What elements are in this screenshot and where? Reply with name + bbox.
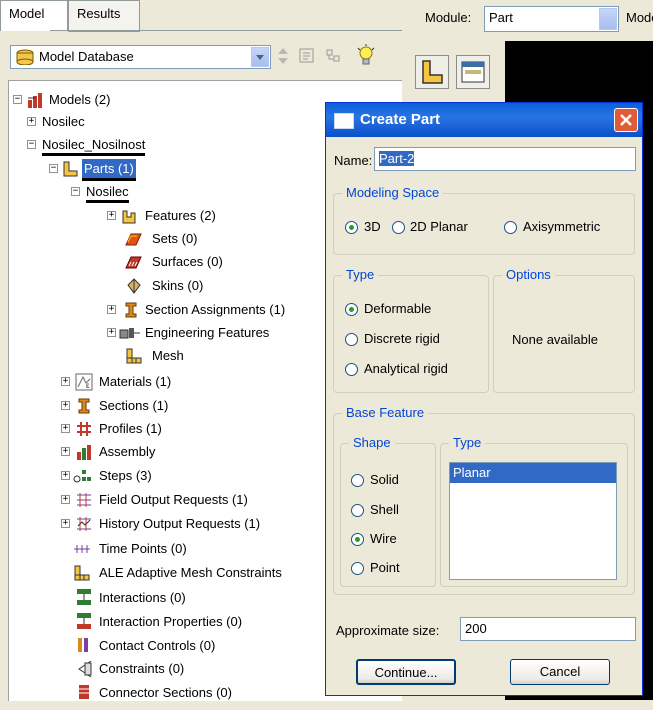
mesh-icon [125,347,142,364]
profiles-icon [75,420,92,437]
constraints-icon [75,659,92,678]
radio-3d[interactable] [345,221,358,234]
expand-icon[interactable]: + [61,447,70,456]
close-icon[interactable] [614,108,638,132]
module-select[interactable]: Part [484,6,619,32]
surfaces-icon [123,253,142,270]
expand-icon[interactable]: + [107,328,116,337]
collapse-icon[interactable]: − [49,164,58,173]
radio-solid[interactable] [351,474,364,487]
database-icon [15,49,35,68]
radio-wire[interactable] [351,533,364,546]
create-part-tool-button[interactable] [415,55,449,89]
feature-type-list[interactable]: Planar [449,462,617,580]
tabstrip-divider [50,30,402,31]
parts-label: Parts (1) [82,159,136,181]
dialog-title: Create Part [360,111,441,128]
radio-point[interactable] [351,562,364,575]
expand-icon[interactable]: + [61,377,70,386]
interaction-properties-icon [75,612,92,629]
materials-icon: ε [75,373,93,391]
expand-icon[interactable]: + [61,495,70,504]
model-database-combo[interactable]: Model Database [10,45,271,69]
window-icon [334,113,354,129]
radio-shell[interactable] [351,504,364,517]
chevron-down-icon[interactable] [251,47,269,67]
svg-text:ε: ε [86,381,90,390]
section-assignments-icon [122,301,139,318]
radio-2d-planar[interactable] [392,221,405,234]
dialog-title-bar[interactable]: Create Part [326,103,642,137]
tab-results[interactable]: Results [68,0,140,32]
filter-tree-icon[interactable] [325,48,343,69]
assembly-icon [75,443,92,460]
collapse-icon[interactable]: − [71,187,80,196]
expand-icon[interactable]: + [27,117,36,126]
models-icon [26,91,43,108]
chevron-down-icon[interactable] [599,8,617,30]
tab-model[interactable]: Model [0,0,68,31]
type-group: Type Deformable Discrete rigid Analytica… [333,267,489,393]
collapse-icon[interactable]: − [13,95,22,104]
collapse-tree-icon[interactable] [299,48,315,67]
radio-analytical-rigid[interactable] [345,363,358,376]
part-name-input[interactable]: Part-2 [374,147,636,171]
radio-axisymmetric[interactable] [504,221,517,234]
approximate-size-input[interactable]: 200 [460,617,636,641]
sort-arrows-icon[interactable] [277,46,289,69]
expand-icon[interactable]: + [61,519,70,528]
history-output-icon [75,515,92,532]
connector-sections-icon [75,683,92,700]
parts-icon [62,160,79,177]
expand-icon[interactable]: + [107,211,116,220]
shape-group: Shape Solid Shell Wire Point [340,435,436,587]
expand-icon[interactable]: + [61,471,70,480]
model-database-label: Model Database [39,49,134,64]
sets-icon [123,230,142,247]
sections-icon [75,397,92,414]
part-manager-tool-button[interactable] [456,55,490,89]
create-part-dialog: Create Part Name: Part-2 Modeling Space … [325,102,643,696]
expand-icon[interactable]: + [61,424,70,433]
features-icon [121,207,138,224]
lightbulb-icon[interactable] [356,44,376,71]
interactions-icon [75,588,92,605]
ale-icon [73,564,90,581]
radio-deformable[interactable] [345,303,358,316]
options-group: Options None available [493,267,635,393]
time-points-icon [73,540,90,557]
field-output-icon [75,491,92,508]
collapse-icon[interactable]: − [27,140,36,149]
cancel-button[interactable]: Cancel [510,659,610,685]
feature-type-group: Type Planar [440,435,628,587]
model-label: Mode [626,10,653,25]
module-label: Module: [425,10,472,25]
name-label: Name: [334,153,373,168]
continue-button[interactable]: Continue... [356,659,456,685]
feature-type-item-planar[interactable]: Planar [450,463,616,483]
contact-controls-icon [75,636,92,653]
skins-icon [125,277,142,294]
engineering-features-icon [119,324,140,341]
steps-icon [73,467,91,484]
expand-icon[interactable]: + [107,305,116,314]
radio-discrete-rigid[interactable] [345,333,358,346]
modeling-space-group: Modeling Space 3D 2D Planar Axisymmetric [333,185,635,255]
options-text: None available [512,332,599,347]
expand-icon[interactable]: + [61,401,70,410]
approximate-size-label: Approximate size: [336,623,440,638]
